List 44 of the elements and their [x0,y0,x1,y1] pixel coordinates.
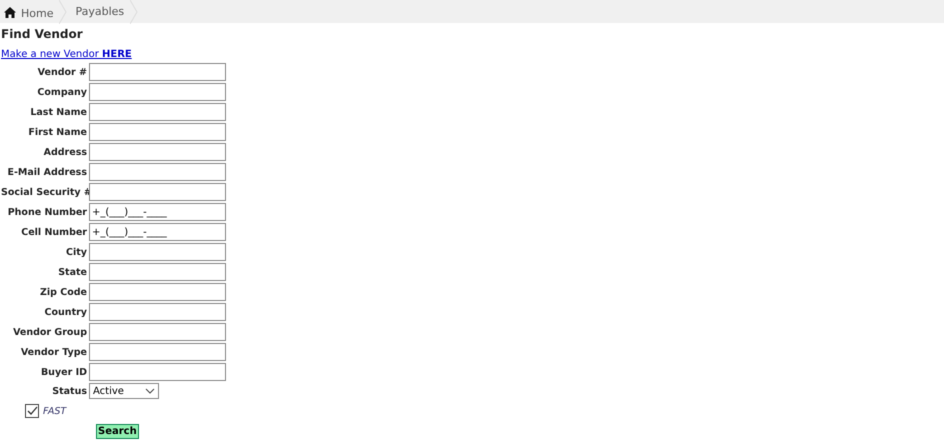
input-field[interactable] [89,83,226,101]
field-label: Last Name [29,106,87,118]
field-label: Buyer ID [40,366,87,378]
page-title: Find Vendor [1,27,84,42]
input-field[interactable] [89,243,226,261]
field-label: Cell Number [20,226,87,238]
new-vendor-link[interactable]: Make a new Vendor HERE [1,48,132,61]
breadcrumb-item[interactable]: Payables [75,5,130,18]
field-label: Vendor # [36,66,87,78]
input-field[interactable] [89,303,226,321]
chevron-separator-icon [130,0,138,24]
search-button[interactable]: Search [96,424,139,439]
input-field[interactable] [89,103,226,121]
field-label: Status [51,386,87,396]
field-label: Address [42,146,87,158]
field-label: Vendor Type [20,346,87,358]
home-icon [4,7,16,18]
input-field[interactable] [89,283,226,301]
field-label: Company [36,86,87,98]
input-field[interactable] [89,143,226,161]
input-field[interactable]: +_(___)___-____ [89,203,226,221]
breadcrumb-item[interactable]: Home [4,3,60,20]
field-label: City [65,246,87,258]
input-field[interactable] [89,163,226,181]
input-field[interactable] [89,263,226,281]
input-field[interactable] [89,363,226,381]
field-label: First Name [27,126,87,138]
field-label: E-Mail Address [6,166,87,178]
chevron-separator-icon [59,0,68,24]
field-label: Country [44,306,87,318]
checkbox[interactable] [25,404,39,418]
input-field[interactable] [89,123,226,141]
input-field[interactable] [89,63,226,81]
status-dropdown[interactable]: Active [89,383,159,399]
checkbox-label: FAST [43,406,66,416]
field-label: Zip Code [39,286,87,298]
field-label: State [57,266,87,278]
field-label: Phone Number [6,206,87,218]
input-field[interactable] [89,323,226,341]
field-label: Vendor Group [12,326,87,338]
input-field[interactable] [89,343,226,361]
input-field[interactable] [89,183,226,201]
chevron-down-icon [145,388,155,394]
input-field[interactable]: +_(___)___-____ [89,223,226,241]
